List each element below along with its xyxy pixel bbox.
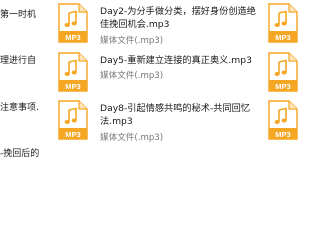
mp3-icon-label: MP3 bbox=[65, 130, 80, 139]
mp3-file-icon[interactable]: MP3 bbox=[268, 3, 298, 43]
left-column-partial: 第一时机 理进行自 注意事项. -挽回后的 bbox=[0, 0, 48, 200]
mp3-file-icon: MP3 bbox=[58, 52, 88, 92]
file-name: Day2-为分手做分类，摆好身份创造绝佳挽回机会.mp3 bbox=[100, 6, 256, 30]
mp3-icon-label: MP3 bbox=[275, 33, 290, 42]
file-type: 媒体文件(.mp3) bbox=[100, 133, 164, 143]
mp3-icon-label: MP3 bbox=[65, 82, 80, 91]
file-item[interactable]: MP3 Day5-重新建立连接的真正奥义.mp3 媒体文件(.mp3) bbox=[58, 52, 258, 104]
mp3-icon-label: MP3 bbox=[275, 130, 290, 139]
left-file-name-fragment[interactable]: -挽回后的 bbox=[0, 148, 39, 160]
mp3-file-icon[interactable]: MP3 bbox=[268, 52, 298, 92]
file-type: 媒体文件(.mp3) bbox=[100, 36, 164, 46]
mp3-file-icon[interactable]: MP3 bbox=[268, 100, 298, 140]
file-item[interactable]: MP3 Day2-为分手做分类，摆好身份创造绝佳挽回机会.mp3 媒体文件(.m… bbox=[58, 3, 258, 55]
left-file-name-fragment[interactable]: 理进行自 bbox=[0, 55, 36, 67]
left-file-name-fragment[interactable]: 第一时机 bbox=[0, 9, 36, 21]
file-item[interactable]: MP3 Day8-引起情感共鸣的秘术-共同回忆法.mp3 媒体文件(.mp3) bbox=[58, 100, 258, 152]
mp3-file-icon: MP3 bbox=[58, 100, 88, 140]
file-name: Day5-重新建立连接的真正奥义.mp3 bbox=[100, 55, 252, 66]
mp3-file-icon: MP3 bbox=[58, 3, 88, 43]
mp3-icon-label: MP3 bbox=[275, 82, 290, 91]
mp3-icon-label: MP3 bbox=[65, 33, 80, 42]
left-file-name-fragment[interactable]: 注意事项. bbox=[0, 102, 39, 114]
file-type: 媒体文件(.mp3) bbox=[100, 71, 164, 81]
file-name: Day8-引起情感共鸣的秘术-共同回忆法.mp3 bbox=[100, 103, 251, 127]
